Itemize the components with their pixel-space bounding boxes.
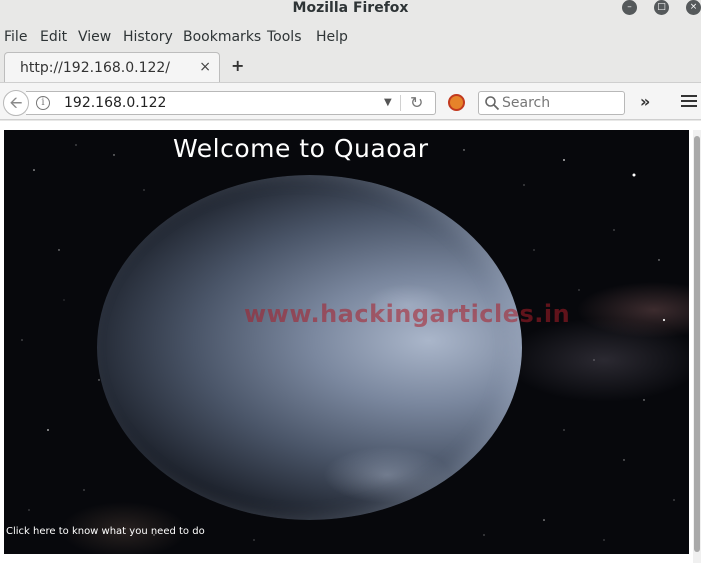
- menubar: File Edit View History Bookmarks Tools H…: [0, 24, 701, 50]
- menu-history[interactable]: History: [123, 28, 173, 46]
- menu-help[interactable]: Help: [316, 28, 348, 46]
- toolbar-overflow-icon[interactable]: »: [640, 92, 650, 111]
- vertical-scrollbar[interactable]: [693, 130, 701, 563]
- navigation-toolbar: i 192.168.0.122 ▼ ↻ 🡨 »: [0, 82, 701, 120]
- tab-strip: http://192.168.0.122/ × +: [0, 50, 701, 82]
- menu-file[interactable]: File: [4, 28, 27, 46]
- url-separator: [400, 95, 401, 111]
- page-content: Welcome to Quaoar www.hackingarticles.in…: [0, 121, 701, 563]
- info-icon[interactable]: i: [36, 96, 50, 110]
- scrollbar-thumb[interactable]: [694, 136, 700, 552]
- minimize-icon[interactable]: –: [622, 0, 637, 15]
- url-text[interactable]: 192.168.0.122: [64, 95, 166, 111]
- reload-icon[interactable]: ↻: [410, 93, 423, 112]
- watermark: www.hackingarticles.in: [244, 300, 571, 328]
- menu-edit[interactable]: Edit: [40, 28, 67, 46]
- close-icon[interactable]: ×: [686, 0, 701, 15]
- noscript-icon[interactable]: [448, 94, 465, 111]
- history-dropdown-icon[interactable]: ▼: [384, 97, 392, 108]
- back-button[interactable]: 🡨: [3, 90, 29, 116]
- page-title: Welcome to Quaoar: [173, 134, 429, 163]
- menu-view[interactable]: View: [78, 28, 111, 46]
- tab-title: http://192.168.0.122/: [20, 60, 171, 76]
- search-input[interactable]: [502, 93, 620, 113]
- tab-close-icon[interactable]: ×: [199, 59, 211, 75]
- tab-active[interactable]: http://192.168.0.122/ ×: [4, 52, 220, 82]
- instructions-link[interactable]: Click here to know what you need to do: [6, 526, 205, 537]
- menu-tools[interactable]: Tools: [267, 28, 302, 46]
- search-box[interactable]: [478, 91, 625, 115]
- planet-quaoar: [97, 175, 522, 520]
- hero-image: Welcome to Quaoar www.hackingarticles.in…: [4, 130, 689, 554]
- window-titlebar: Mozilla Firefox – □ ×: [0, 0, 701, 22]
- menu-bookmarks[interactable]: Bookmarks: [183, 28, 261, 46]
- hamburger-menu-icon[interactable]: [681, 95, 697, 109]
- url-bar[interactable]: i 192.168.0.122 ▼ ↻: [26, 91, 436, 115]
- window-title: Mozilla Firefox: [292, 0, 409, 16]
- new-tab-button[interactable]: +: [231, 56, 244, 75]
- maximize-icon[interactable]: □: [654, 0, 669, 15]
- back-arrow-icon: 🡨: [9, 93, 23, 112]
- search-icon: [485, 96, 500, 111]
